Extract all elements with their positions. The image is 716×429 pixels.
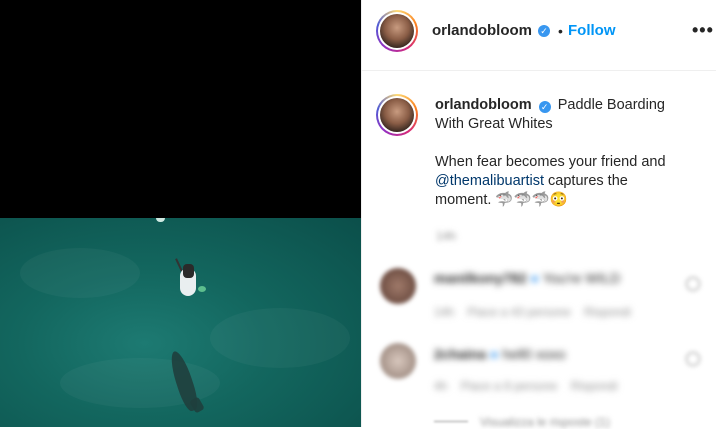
comment-1-reply-button[interactable]: Rispondi: [584, 305, 631, 319]
verified-icon: ✓: [538, 25, 550, 37]
comment-2-age: 4h: [434, 379, 448, 393]
comment-avatar[interactable]: [380, 268, 416, 304]
replies-divider: [434, 421, 468, 422]
comment-1-body: You're WILD: [542, 270, 621, 286]
author-username[interactable]: orlandobloom: [432, 22, 532, 39]
post-side-panel: orlandobloom ✓ • Follow ••• orlandobloom…: [361, 0, 716, 429]
comment-2-meta: 4h Piace a 8 persone Rispondi: [434, 379, 617, 393]
comment-1-text: manilkony782 ● You're WILD: [434, 270, 621, 286]
comment-1-likes[interactable]: Piace a 43 persone: [467, 305, 570, 319]
comment-1-username[interactable]: manilkony782: [434, 270, 527, 286]
caption-line-1: When fear becomes your friend and: [435, 154, 666, 170]
comment-2-username[interactable]: 2chaina: [434, 346, 486, 362]
caption-mention-link[interactable]: @themalibuartist: [435, 173, 544, 189]
separator-dot: •: [558, 23, 563, 39]
author-avatar[interactable]: [376, 10, 418, 52]
comment-2-text: 2chaina ● hell0 xoxo: [434, 346, 566, 362]
caption-username[interactable]: orlandobloom: [435, 97, 532, 113]
comment-avatar[interactable]: [380, 343, 416, 379]
more-options-icon[interactable]: •••: [692, 20, 714, 41]
like-heart-icon[interactable]: [686, 277, 700, 291]
post-header: orlandobloom ✓ • Follow •••: [362, 0, 716, 71]
splash-shape: [198, 286, 206, 292]
caption-avatar[interactable]: [376, 94, 418, 136]
caption-line-3: moment. 🦈🦈🦈😳: [435, 192, 568, 208]
comment-2-reply-button[interactable]: Rispondi: [571, 379, 618, 393]
paddler-shape: [183, 264, 194, 278]
caption-age: 14h: [436, 229, 457, 243]
follow-button[interactable]: Follow: [568, 22, 616, 39]
caption: orlandobloom ✓ Paddle Boarding With Grea…: [435, 96, 695, 210]
comment-1-meta: 14h Piace a 43 persone Rispondi: [434, 305, 631, 319]
like-heart-icon[interactable]: [686, 352, 700, 366]
comment-1-age: 14h: [434, 305, 455, 319]
post-media[interactable]: [0, 0, 361, 427]
comment-2-likes[interactable]: Piace a 8 persone: [461, 379, 558, 393]
verified-icon: ✓: [538, 101, 551, 113]
comment-2-body: hell0 xoxo: [502, 346, 566, 362]
caption-line-2: captures the: [544, 173, 628, 189]
